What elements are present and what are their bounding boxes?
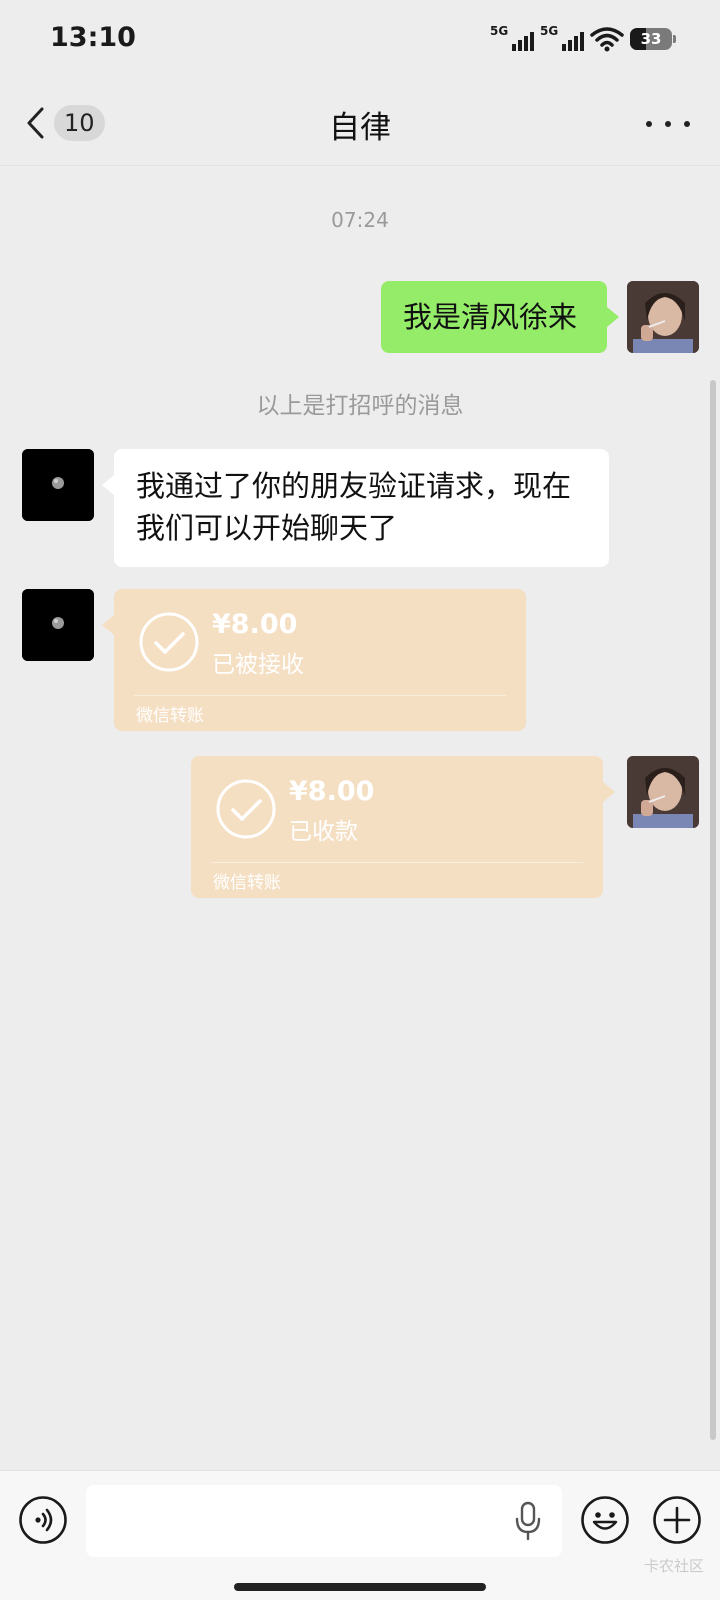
self-avatar[interactable] [627,281,699,353]
transfer-card-received[interactable]: ¥8.00 已被接收 微信转账 [102,589,526,731]
profile-photo [627,756,699,828]
profile-photo [627,281,699,353]
battery-level: 33 [640,30,662,48]
wifi-icon [590,27,624,52]
message-timestamp: 07:24 [331,208,389,232]
watermark: 卡农社区 [643,1557,704,1575]
transfer-amount: ¥8.00 [289,776,375,807]
emoji-button[interactable] [580,1495,630,1545]
transfer-card-collected[interactable]: ¥8.00 已收款 微信转账 [191,756,615,898]
transfer-divider [211,862,583,863]
cellular-signal-icon: 5G [540,24,584,54]
contact-avatar[interactable] [22,449,94,521]
transfer-amount: ¥8.00 [212,609,298,640]
check-circle-icon [216,779,276,839]
chat-header: 10 自律 [0,80,720,166]
cellular-signal-icon: 5G [490,24,534,54]
microphone-icon[interactable] [514,1501,542,1541]
profile-photo [22,449,94,521]
message-text-line: 我们可以开始聊天了 [136,511,398,545]
status-icons: 5G 5G 33 [490,24,676,54]
dot-icon [684,121,690,127]
message-text: 我是清风徐来 [403,300,578,334]
self-avatar[interactable] [627,756,699,828]
status-time: 13:10 [50,22,136,53]
chat-title: 自律 [329,110,391,146]
status-bar: 13:10 5G 5G 33 [0,0,720,80]
contact-avatar[interactable] [22,589,94,661]
message-text-line: 我通过了你的朋友验证请求，现在 [136,469,572,503]
voice-input-button[interactable] [18,1495,68,1545]
transfer-brand-label: 微信转账 [136,706,204,726]
message-input[interactable] [86,1485,562,1557]
more-options-button[interactable] [646,106,690,142]
network-type-label: 5G [490,24,509,38]
greeting-notice: 以上是打招呼的消息 [256,393,464,419]
input-bar: 卡农社区 [0,1470,720,1600]
transfer-brand-label: 微信转账 [213,873,281,893]
transfer-divider [134,695,506,696]
check-circle-icon [139,612,199,672]
dot-icon [665,121,671,127]
home-indicator[interactable] [234,1583,486,1591]
battery-icon: 33 [630,28,676,50]
chat-scrollbar[interactable] [710,380,716,1440]
message-bubble-self[interactable]: 我是清风徐来 [381,281,619,353]
transfer-status: 已收款 [289,819,358,845]
profile-photo [22,589,94,661]
more-functions-button[interactable] [652,1495,702,1545]
message-bubble-contact[interactable]: 我通过了你的朋友验证请求，现在 我们可以开始聊天了 [102,449,609,567]
network-type-label: 5G [540,24,559,38]
dot-icon [646,121,652,127]
transfer-status: 已被接收 [212,652,304,678]
